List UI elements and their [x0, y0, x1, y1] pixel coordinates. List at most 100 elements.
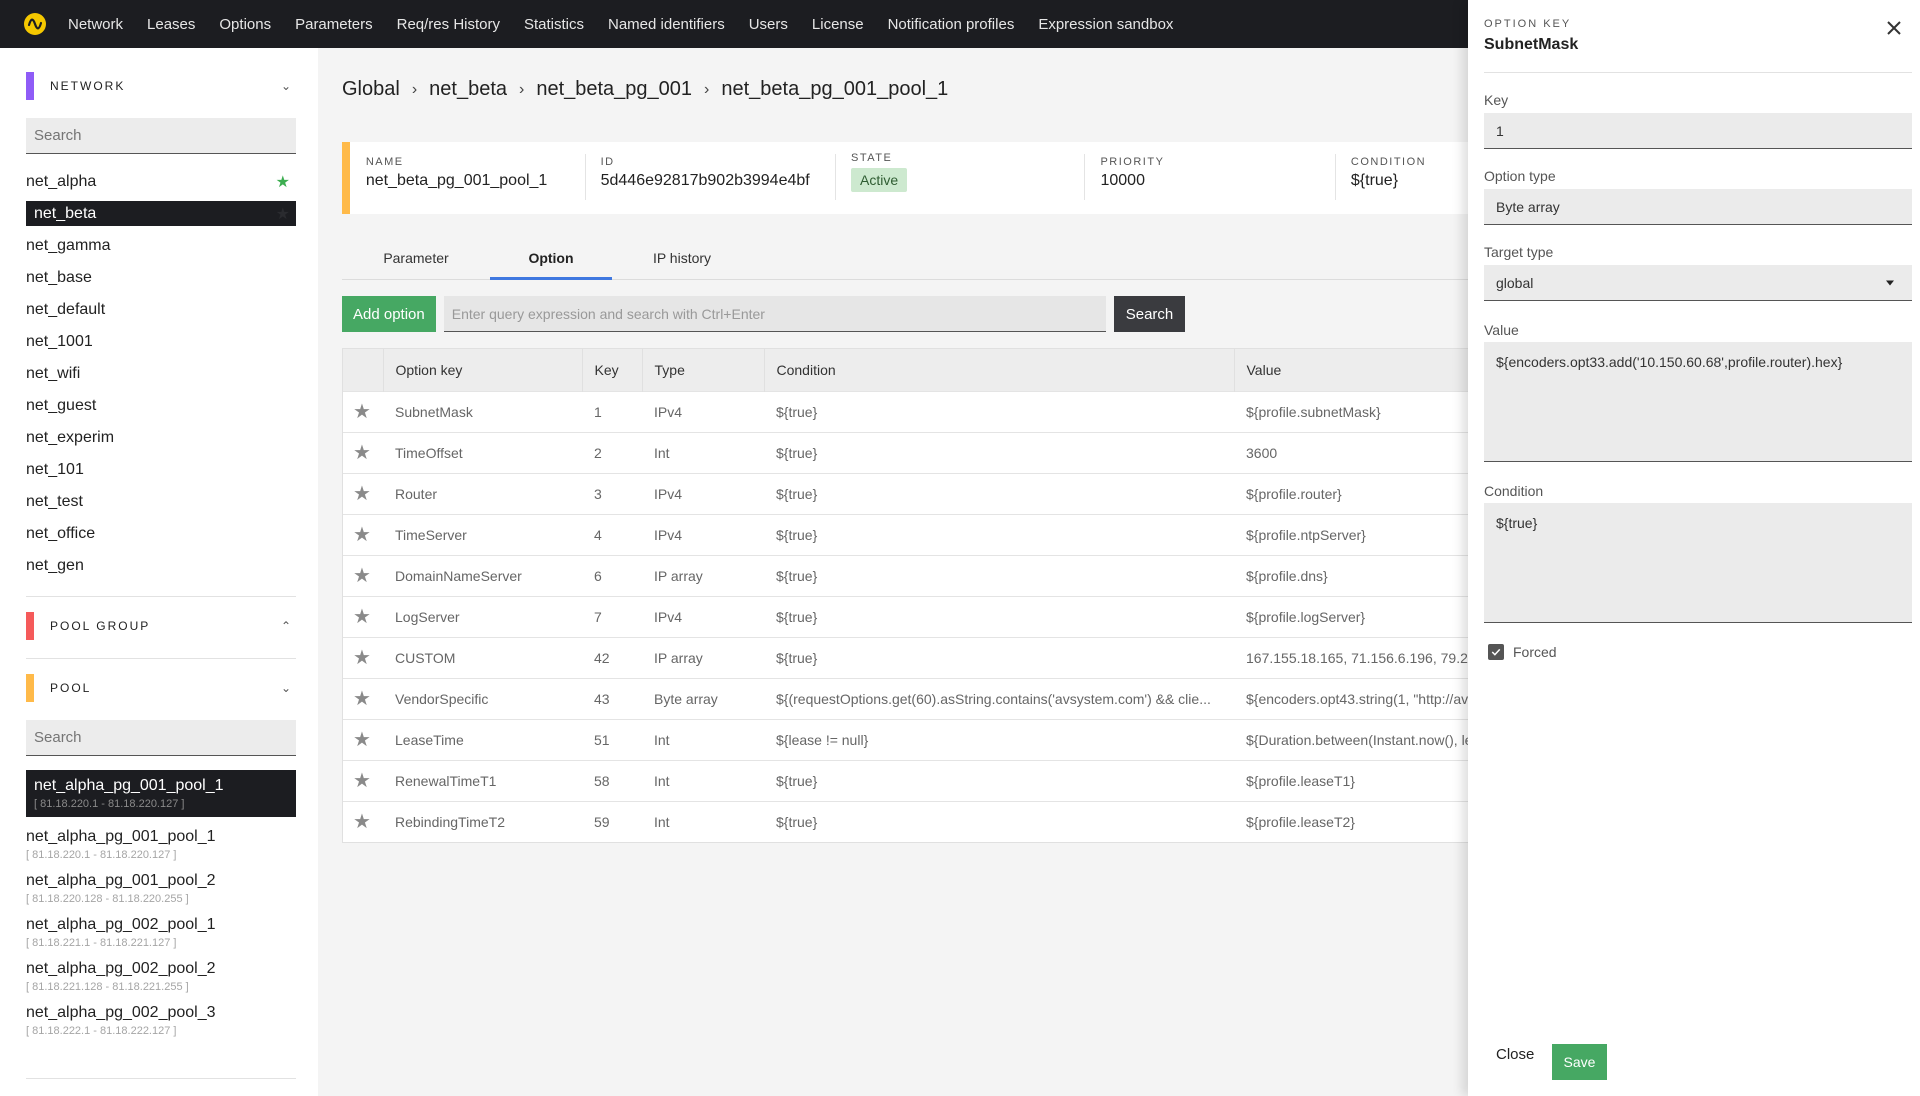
chevron-down-icon[interactable]: ⌄ — [276, 681, 296, 695]
sidebar-item-pool[interactable]: net_alpha_pg_002_pool_1 [ 81.18.221.1 - 8… — [26, 915, 296, 951]
star-icon[interactable]: ★ — [343, 390, 383, 432]
table-row[interactable]: ★ SubnetMask 1 IPv4 ${true} ${profile.subnetM… — [343, 390, 1472, 432]
sidebar-item-pool[interactable]: net_alpha_pg_001_pool_1 [ 81.18.220.1 - 8… — [26, 770, 296, 817]
nav-notification-profiles[interactable]: Notification profiles — [888, 16, 1015, 33]
table-row[interactable]: ★ DomainNameServer 6 IP array ${true} ${profi… — [343, 554, 1472, 596]
star-icon[interactable]: ★ — [276, 204, 290, 224]
sidebar-item-network[interactable]: net_office — [26, 518, 296, 550]
tab-ip-history[interactable]: IP history — [612, 234, 752, 279]
table-row[interactable]: ★ LogServer 7 IPv4 ${true} ${profile.logServe… — [343, 595, 1472, 637]
table-row[interactable]: ★ CUSTOM 42 IP array ${true} 167.155.18.165, … — [343, 636, 1472, 678]
sidebar-item-network[interactable]: net_alpha ★ — [26, 166, 296, 198]
breadcrumb-pool-group[interactable]: net_beta_pg_001 — [536, 78, 692, 101]
network-section-header[interactable]: NETWORK ⌄ — [26, 72, 296, 100]
save-button[interactable]: Save — [1552, 1044, 1607, 1080]
pool-search-input[interactable] — [26, 720, 296, 756]
cell-key: 42 — [582, 636, 642, 678]
star-icon[interactable]: ★ — [343, 513, 383, 555]
star-icon[interactable]: ★ — [343, 431, 383, 473]
sidebar-item-pool[interactable]: net_alpha_pg_002_pool_2 [ 81.18.221.128 -… — [26, 959, 296, 995]
breadcrumb-global[interactable]: Global — [342, 78, 400, 101]
query-expression-input[interactable] — [443, 296, 1106, 332]
nav-users[interactable]: Users — [749, 16, 788, 33]
star-icon[interactable]: ★ — [343, 554, 383, 596]
nav-network[interactable]: Network — [68, 16, 123, 33]
cell-type: IPv4 — [642, 595, 764, 637]
nav-expression-sandbox[interactable]: Expression sandbox — [1038, 16, 1173, 33]
cell-key: 1 — [582, 390, 642, 432]
checkbox-checked-icon[interactable] — [1488, 644, 1504, 660]
column-header-value[interactable]: Value — [1234, 349, 1472, 391]
cell-option-key: LogServer — [383, 595, 582, 637]
add-option-button[interactable]: Add option — [342, 296, 436, 332]
table-row[interactable]: ★ LeaseTime 51 Int ${lease != null} ${Duratio… — [343, 718, 1472, 760]
star-icon[interactable]: ★ — [343, 759, 383, 801]
table-row[interactable]: ★ RenewalTimeT1 58 Int ${true} ${profile.leas… — [343, 759, 1472, 801]
nav-license[interactable]: License — [812, 16, 864, 33]
key-label: Key — [1484, 92, 1509, 108]
value-textarea[interactable]: ${encoders.opt33.add('10.150.60.68',prof… — [1484, 342, 1912, 462]
option-type-field[interactable]: Byte array — [1484, 189, 1912, 225]
pool-section-header[interactable]: POOL ⌄ — [26, 674, 296, 702]
sidebar-item-pool[interactable]: net_alpha_pg_001_pool_2 [ 81.18.220.128 -… — [26, 871, 296, 907]
column-header-favorite — [343, 349, 384, 391]
app-logo-icon[interactable] — [24, 13, 46, 35]
network-name: net_gen — [26, 557, 84, 574]
table-row[interactable]: ★ Router 3 IPv4 ${true} ${profile.router} — [343, 472, 1472, 514]
pool-group-section-header[interactable]: POOL GROUP ⌃ — [26, 612, 296, 640]
table-row[interactable]: ★ VendorSpecific 43 Byte array ${(requestOpt… — [343, 677, 1472, 719]
star-icon[interactable]: ★ — [343, 472, 383, 514]
network-name: net_guest — [26, 397, 97, 414]
target-type-select[interactable]: global — [1484, 265, 1912, 301]
close-icon[interactable] — [1882, 16, 1906, 40]
tab-parameter[interactable]: Parameter — [342, 234, 490, 279]
nav-named-identifiers[interactable]: Named identifiers — [608, 16, 725, 33]
chevron-up-icon[interactable]: ⌃ — [276, 619, 296, 633]
cell-option-key: RenewalTimeT1 — [383, 759, 582, 801]
table-row[interactable]: ★ TimeOffset 2 Int ${true} 3600 — [343, 431, 1472, 473]
star-icon[interactable]: ★ — [343, 718, 383, 760]
nav-statistics[interactable]: Statistics — [524, 16, 584, 33]
star-icon[interactable]: ★ — [343, 636, 383, 678]
sidebar-item-pool[interactable]: net_alpha_pg_001_pool_1 [ 81.18.220.1 - 8… — [26, 827, 296, 863]
sidebar-item-network[interactable]: net_base — [26, 262, 296, 294]
nav-parameters[interactable]: Parameters — [295, 16, 373, 33]
star-icon[interactable]: ★ — [343, 677, 383, 719]
chevron-down-icon[interactable]: ⌄ — [276, 79, 296, 93]
nav-reqres-history[interactable]: Req/res History — [397, 16, 500, 33]
pool-group-accent-bar — [26, 612, 34, 640]
nav-options[interactable]: Options — [219, 16, 271, 33]
star-icon[interactable]: ★ — [276, 172, 290, 192]
condition-textarea[interactable]: ${true} — [1484, 503, 1912, 623]
sidebar-item-network[interactable]: net_default — [26, 294, 296, 326]
sidebar-item-network[interactable]: net_test — [26, 486, 296, 518]
table-row[interactable]: ★ RebindingTimeT2 59 Int ${true} ${profile.le… — [343, 800, 1472, 842]
column-header-condition[interactable]: Condition — [764, 349, 1235, 391]
sidebar-item-pool[interactable]: net_alpha_pg_002_pool_3 [ 81.18.222.1 - 8… — [26, 1003, 296, 1039]
sidebar-item-network[interactable]: net_gen — [26, 550, 296, 582]
breadcrumb-network[interactable]: net_beta — [429, 78, 507, 101]
network-search-input[interactable] — [26, 118, 296, 154]
table-row[interactable]: ★ TimeServer 4 IPv4 ${true} ${profile.ntpServ… — [343, 513, 1472, 555]
sidebar-item-network[interactable]: net_beta ★ — [26, 201, 296, 226]
sidebar-item-network[interactable]: net_101 — [26, 454, 296, 486]
sidebar-item-network[interactable]: net_1001 — [26, 326, 296, 358]
sidebar-item-network[interactable]: net_gamma — [26, 230, 296, 262]
close-button[interactable]: Close — [1496, 1046, 1534, 1063]
cell-type: IP array — [642, 554, 764, 596]
sidebar-item-network[interactable]: net_experim — [26, 422, 296, 454]
network-name: net_experim — [26, 429, 115, 446]
sidebar-item-network[interactable]: net_wifi — [26, 358, 296, 390]
star-icon[interactable]: ★ — [343, 800, 383, 842]
nav-leases[interactable]: Leases — [147, 16, 195, 33]
column-header-key[interactable]: Key — [582, 349, 643, 391]
search-button[interactable]: Search — [1113, 296, 1186, 332]
cell-value: ${Duration.between(Instant.now(), lease.… — [1234, 718, 1472, 760]
forced-checkbox[interactable]: Forced — [1488, 644, 1557, 660]
tab-option[interactable]: Option — [490, 234, 612, 280]
sidebar-item-network[interactable]: net_guest — [26, 390, 296, 422]
star-icon[interactable]: ★ — [343, 595, 383, 637]
key-field[interactable]: 1 — [1484, 113, 1912, 149]
column-header-option-key[interactable]: Option key — [383, 349, 583, 391]
column-header-type[interactable]: Type — [642, 349, 765, 391]
